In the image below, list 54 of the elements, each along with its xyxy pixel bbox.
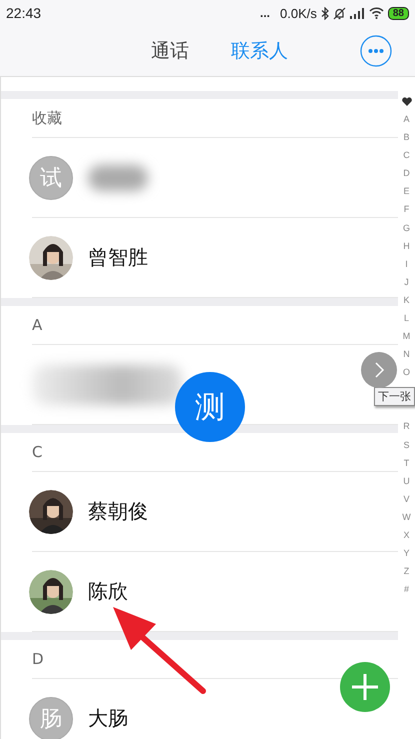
favorites-heart-icon[interactable] xyxy=(402,97,412,106)
muted-bell-icon xyxy=(332,6,346,20)
index-letter[interactable]: U xyxy=(403,472,410,490)
index-letter[interactable]: G xyxy=(402,218,410,237)
index-letter[interactable]: M xyxy=(402,327,410,346)
drag-bubble: 测 xyxy=(175,372,245,442)
tab[interactable]: 联系人 xyxy=(231,38,288,64)
signal-icon xyxy=(350,8,365,18)
contact-row[interactable]: 蔡朝俊 xyxy=(32,472,398,552)
status-dots: ... xyxy=(260,6,270,20)
section-header: C xyxy=(32,443,42,461)
contact-row[interactable]: 肠 大肠 xyxy=(32,679,398,739)
index-letter[interactable]: # xyxy=(404,580,409,598)
index-letter[interactable]: E xyxy=(403,182,410,200)
index-letter[interactable]: N xyxy=(403,345,410,364)
contact-name: 曾智胜 xyxy=(88,244,148,271)
battery-indicator: 88 xyxy=(388,6,409,20)
index-letter[interactable]: Y xyxy=(403,544,410,562)
letter-avatar: 肠 xyxy=(29,696,73,739)
letter-avatar: 试 xyxy=(29,156,73,200)
index-letter[interactable]: B xyxy=(403,128,410,146)
index-letter[interactable]: O xyxy=(402,363,410,382)
next-tooltip: 下一张 xyxy=(374,387,415,406)
index-letter[interactable]: D xyxy=(403,164,410,182)
index-letter[interactable]: W xyxy=(402,508,411,526)
index-letter[interactable]: A xyxy=(403,110,410,128)
contact-row[interactable]: 试 xyxy=(32,138,398,218)
contact-name: 大肠 xyxy=(88,705,128,732)
index-letter[interactable]: V xyxy=(403,490,410,508)
tab[interactable]: 通话 xyxy=(151,38,189,64)
add-contact-button[interactable] xyxy=(340,662,390,712)
index-letter[interactable]: L xyxy=(404,309,409,328)
more-icon[interactable] xyxy=(360,35,392,67)
index-letter[interactable]: R xyxy=(403,417,410,436)
wifi-icon xyxy=(368,7,384,19)
index-letter[interactable]: T xyxy=(404,454,410,472)
index-letter[interactable]: F xyxy=(404,200,410,219)
bluetooth-icon xyxy=(320,6,329,20)
index-letter[interactable]: Z xyxy=(404,562,410,580)
status-time: 22:43 xyxy=(6,5,42,21)
network-speed: 0.0K/s xyxy=(280,6,317,20)
section-header: 收藏 xyxy=(32,108,62,128)
index-letter[interactable]: S xyxy=(403,436,410,454)
contact-name: 蔡朝俊 xyxy=(88,498,148,525)
index-letter[interactable]: H xyxy=(403,236,410,255)
index-letter[interactable]: J xyxy=(404,272,409,291)
index-letter[interactable]: I xyxy=(405,254,408,273)
index-letter[interactable]: K xyxy=(403,290,410,310)
contact-name: 陈欣 xyxy=(88,578,128,605)
index-letter[interactable]: X xyxy=(403,526,410,544)
index-letter[interactable]: C xyxy=(403,146,410,164)
section-header: A xyxy=(32,316,42,334)
next-button[interactable] xyxy=(361,352,397,388)
section-header: D xyxy=(32,650,44,668)
